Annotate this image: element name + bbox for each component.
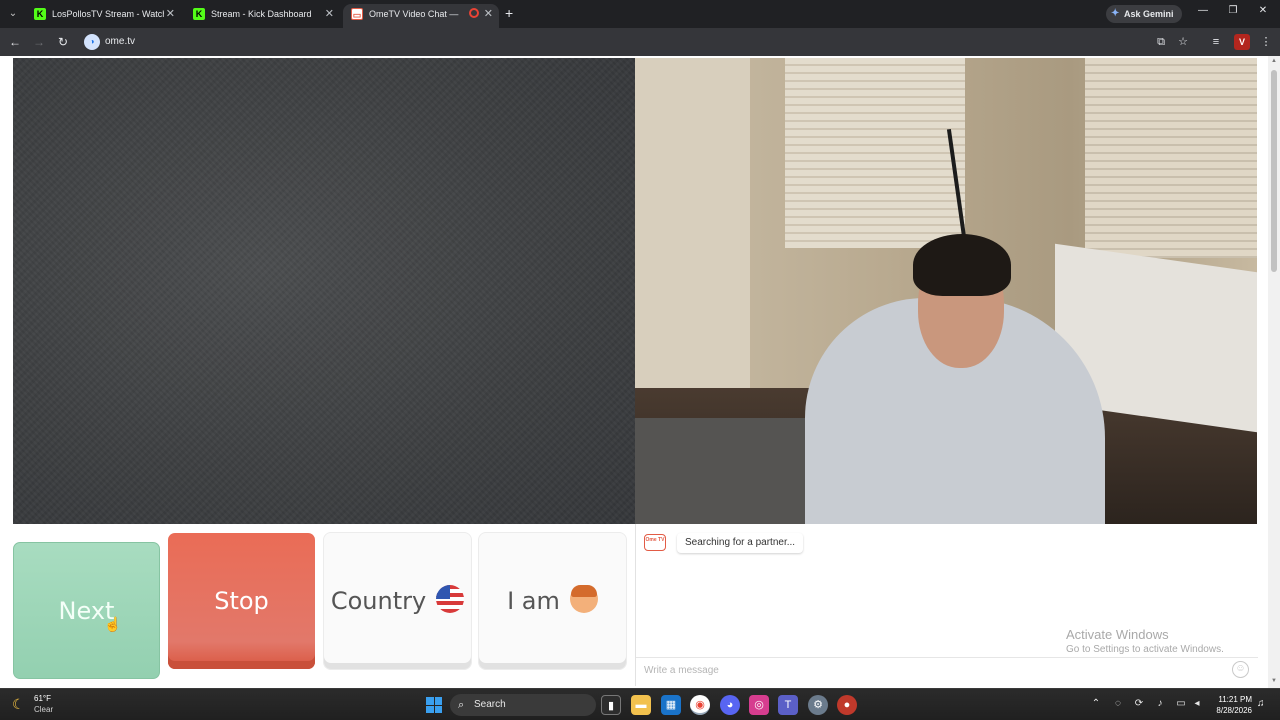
back-icon[interactable]: ← <box>7 34 23 50</box>
watermark-subtitle: Go to Settings to activate Windows. <box>1066 644 1224 655</box>
search-label: Search <box>474 699 506 710</box>
scroll-down-icon[interactable]: ▼ <box>1270 678 1278 684</box>
ometv-logo: Ome TV <box>644 534 666 551</box>
forward-icon[interactable]: → <box>31 34 47 50</box>
country-label: Country <box>330 587 427 615</box>
tray-overflow-icon[interactable]: ⌃ <box>1089 698 1103 709</box>
task-view-icon[interactable]: ▮ <box>601 695 621 715</box>
clock-time: 11:21 PM <box>1218 695 1252 704</box>
tab-title: Stream - Kick Dashboard <box>211 9 312 19</box>
network-icon[interactable]: ▭ <box>1174 698 1188 709</box>
watermark-title: Activate Windows <box>1066 627 1169 642</box>
chrome-icon[interactable]: ◉ <box>690 695 710 715</box>
settings-gear-icon[interactable]: ⚙ <box>808 695 828 715</box>
gemini-spark-icon: ✦ <box>1111 8 1120 19</box>
media-controls-icon[interactable]: ≡ <box>1208 34 1224 50</box>
us-flag-icon <box>436 585 465 613</box>
clock-date: 8/28/2026 <box>1216 706 1252 715</box>
tray-app-icon[interactable]: ◌ <box>1111 698 1125 709</box>
hand-cursor-icon: ☝ <box>104 616 122 632</box>
browser-toolbar: ← → ↻ ◑ ome.tv ⧉ ☆ ≡ V ⋮ <box>0 28 1280 56</box>
search-icon: ⌕ <box>458 699 465 711</box>
reload-icon[interactable]: ↻ <box>55 34 71 50</box>
activate-windows-watermark: Activate Windows Go to Settings to activ… <box>1066 627 1224 655</box>
camera-app-icon[interactable]: ◎ <box>749 695 769 715</box>
windows-taskbar: ☾ 61°F Clear ⌕ Search ▮ ▬ ▦ ◉ ◕ ◎ T ⚙ ● … <box>0 688 1280 720</box>
weather-condition: Clear <box>34 705 54 714</box>
kick-icon: K <box>193 8 205 20</box>
microsoft-store-icon[interactable]: ▦ <box>661 695 681 715</box>
stop-label: Stop <box>214 587 269 615</box>
address-bar[interactable]: ome.tv <box>105 36 135 47</box>
scroll-thumb[interactable] <box>1271 70 1277 272</box>
kick-icon: K <box>34 8 46 20</box>
teams-icon[interactable]: T <box>778 695 798 715</box>
emoji-icon[interactable]: ☺ <box>1232 661 1249 678</box>
more-menu-icon[interactable]: ⋮ <box>1258 34 1274 50</box>
tab-ometv[interactable]: ▭ OmeTV Video Chat — OmeTV ✕ <box>343 4 499 28</box>
self-camera-video <box>635 58 1257 524</box>
moon-icon: ☾ <box>12 696 25 712</box>
recording-icon <box>469 8 479 18</box>
ask-gemini-label: Ask Gemini <box>1124 9 1174 19</box>
microphone-icon[interactable]: ♪ <box>1153 698 1167 709</box>
ometv-icon: ▭ <box>351 8 363 20</box>
page-scrollbar[interactable]: ▲ ▼ <box>1268 56 1280 688</box>
tab-title: OmeTV Video Chat — OmeTV <box>369 9 461 19</box>
minimize-icon[interactable]: — <box>1196 5 1210 16</box>
restore-icon[interactable]: ❐ <box>1226 5 1240 16</box>
window-close-icon[interactable]: ✕ <box>1256 5 1270 16</box>
taskbar-search[interactable]: ⌕ Search <box>450 694 596 716</box>
install-app-icon[interactable]: ⧉ <box>1153 34 1169 50</box>
notification-bell-icon[interactable]: ♫ <box>1257 698 1265 709</box>
gender-label: I am <box>507 587 560 615</box>
chat-panel: Ome TV Searching for a partner... Activa… <box>635 524 1258 686</box>
bookmark-star-icon[interactable]: ☆ <box>1175 34 1191 50</box>
close-icon[interactable]: ✕ <box>166 4 175 24</box>
boy-icon <box>569 585 598 613</box>
tab-search-menu-button[interactable]: ⌄ <box>4 5 22 23</box>
taskbar-clock[interactable]: 11:21 PM 8/28/2026 <box>1208 694 1252 716</box>
tab-lospollostv[interactable]: K LosPollosTV Stream - Watch Live ✕ <box>26 4 181 28</box>
tab-title: LosPollosTV Stream - Watch Live <box>52 9 164 19</box>
partner-video <box>13 58 635 524</box>
status-message: Searching for a partner... <box>677 533 804 553</box>
country-button[interactable]: Country <box>324 533 471 669</box>
gender-button[interactable]: I am <box>479 533 626 669</box>
camera-person-hair <box>913 234 1011 296</box>
page-viewport: Next Stop Country I am ☝ Ome TV Searchin… <box>0 56 1280 688</box>
tab-strip: ⌄ K LosPollosTV Stream - Watch Live ✕ K … <box>0 0 1280 28</box>
stop-button[interactable]: Stop <box>168 533 315 669</box>
scroll-up-icon[interactable]: ▲ <box>1270 58 1278 64</box>
new-tab-button[interactable]: + <box>505 5 513 21</box>
site-info-icon[interactable]: ◑ <box>84 34 100 50</box>
camera-door <box>635 58 750 388</box>
weather-temp: 61°F <box>34 694 51 703</box>
static-noise <box>13 58 635 524</box>
close-icon[interactable]: ✕ <box>325 4 334 24</box>
discord-icon[interactable]: ◕ <box>720 695 740 715</box>
file-explorer-icon[interactable]: ▬ <box>631 695 651 715</box>
windows-start-icon[interactable] <box>426 697 442 713</box>
next-button[interactable]: Next <box>13 542 160 679</box>
camera-window-blind <box>1085 58 1257 258</box>
close-icon[interactable]: ✕ <box>484 4 493 24</box>
ask-gemini-button[interactable]: ✦ Ask Gemini <box>1106 5 1182 23</box>
tab-kick-dashboard[interactable]: K Stream - Kick Dashboard ✕ <box>185 4 340 28</box>
message-input[interactable] <box>636 657 1258 683</box>
obs-icon[interactable]: ● <box>837 695 857 715</box>
volume-icon[interactable]: ◂ <box>1190 698 1204 709</box>
extension-v-icon[interactable]: V <box>1234 34 1250 50</box>
camera-window-blind <box>785 58 965 248</box>
sync-icon[interactable]: ⟳ <box>1132 698 1146 709</box>
